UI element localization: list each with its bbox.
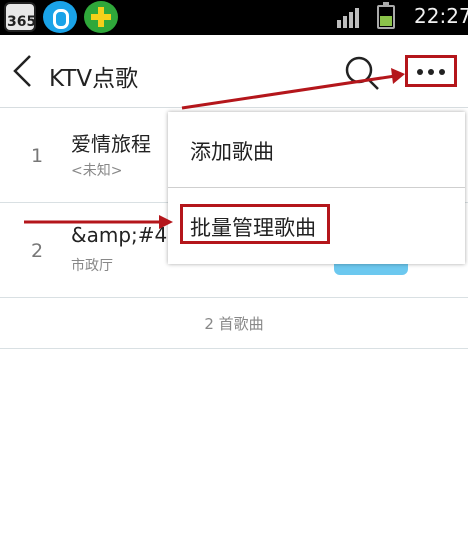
popup-menu: 添加歌曲 批量管理歌曲 — [168, 112, 465, 264]
page-title: KTV点歌 — [49, 66, 139, 92]
back-icon[interactable] — [8, 53, 38, 89]
song-artist: <未知> — [71, 163, 123, 179]
signal-icon — [337, 8, 361, 28]
song-number: 1 — [31, 145, 44, 167]
more-dots-icon — [417, 69, 423, 75]
song-number: 2 — [31, 240, 44, 262]
search-icon[interactable] — [344, 55, 380, 91]
shield-icon — [43, 1, 77, 33]
more-options-button[interactable] — [405, 55, 457, 87]
status-bar: 365 22:27 — [0, 0, 468, 35]
menu-item-add-songs[interactable]: 添加歌曲 — [168, 112, 465, 188]
battery-icon — [377, 2, 395, 29]
song-artist: 市政厅 — [71, 258, 113, 274]
menu-item-batch-manage[interactable]: 批量管理歌曲 — [168, 188, 465, 263]
app-header: KTV点歌 — [0, 35, 468, 108]
menu-item-label: 添加歌曲 — [190, 140, 274, 164]
song-title: 爱情旅程 — [71, 132, 151, 156]
calendar-365-icon: 365 — [4, 2, 36, 32]
song-title: &amp;#4 — [71, 223, 168, 247]
plus-icon — [84, 1, 118, 33]
menu-item-label: 批量管理歌曲 — [190, 216, 316, 240]
status-time: 22:27 — [414, 4, 468, 28]
calendar-365-label: 365 — [7, 14, 37, 30]
song-count: 2 首歌曲 — [0, 300, 468, 349]
